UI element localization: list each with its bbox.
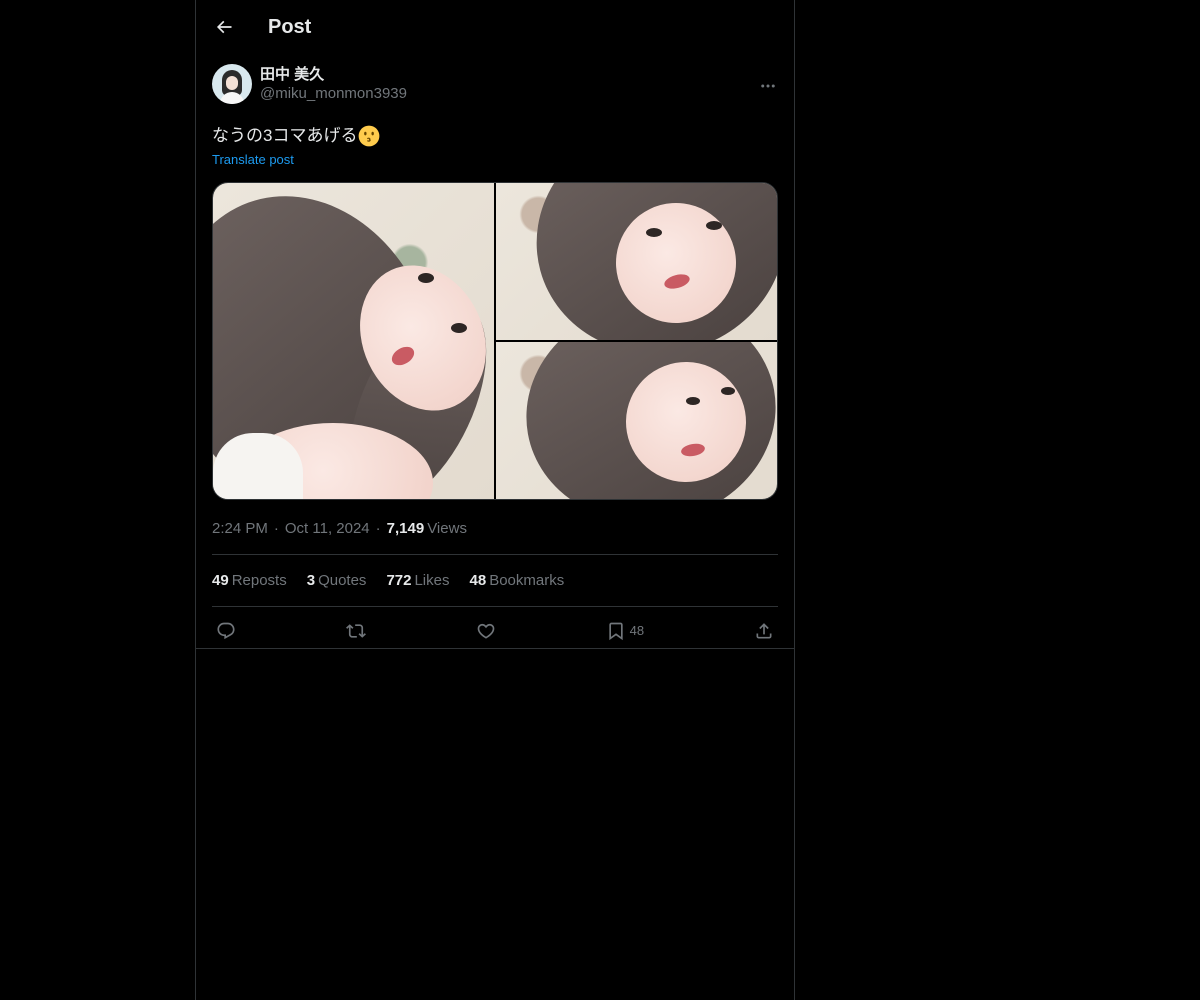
- post-timestamp-row: 2:24 PM · Oct 11, 2024 · 7,149 Views: [212, 519, 778, 539]
- repost-button[interactable]: [345, 621, 366, 641]
- more-options-button[interactable]: [758, 76, 778, 96]
- page-title: Post: [268, 15, 312, 38]
- repost-icon: [345, 623, 366, 638]
- post-text-content: なうの3コマあげる: [212, 126, 358, 145]
- author-display-name[interactable]: 田中 美久: [260, 65, 407, 84]
- media-grid: [212, 182, 778, 500]
- reposts-label: Reposts: [231, 572, 287, 589]
- photo-1[interactable]: [213, 183, 494, 499]
- reply-button[interactable]: [216, 621, 236, 641]
- arrow-left-icon: [216, 20, 232, 34]
- avatar[interactable]: [212, 64, 252, 104]
- bookmarks-count: 48: [469, 572, 487, 589]
- separator-dot: ·: [375, 520, 381, 537]
- back-button[interactable]: [212, 15, 236, 39]
- quotes-count: 3: [306, 572, 316, 589]
- heart-icon: [477, 623, 495, 639]
- photo-eye: [451, 323, 467, 333]
- photo-2[interactable]: [496, 183, 777, 340]
- avatar-face: [226, 76, 238, 90]
- reposts-stat[interactable]: 49 Reposts: [212, 572, 287, 589]
- author-row: 田中 美久 @miku_monmon3939: [212, 64, 778, 108]
- reposts-count: 49: [212, 572, 229, 589]
- like-button[interactable]: [476, 621, 496, 641]
- post-bottom-divider: [196, 648, 794, 649]
- photo-eye: [721, 387, 735, 395]
- reply-icon: [217, 622, 235, 639]
- post-detail: 田中 美久 @miku_monmon3939 なうの3コマあげる Transla…: [196, 64, 794, 654]
- bookmarks-stat[interactable]: 48 Bookmarks: [470, 572, 565, 589]
- bookmark-icon: [608, 622, 623, 640]
- quotes-label: Quotes: [318, 572, 367, 589]
- photo-eye: [418, 273, 434, 283]
- views-count: 7,149: [386, 520, 425, 537]
- post-header: Post: [196, 0, 794, 54]
- photo-top: [213, 433, 303, 499]
- likes-label: Likes: [414, 572, 450, 589]
- share-button[interactable]: [754, 621, 774, 641]
- engagement-stats: 49 Reposts 3 Quotes 772 Likes 48 Bookmarks: [212, 554, 778, 606]
- photo-3[interactable]: [496, 342, 777, 499]
- photo-eye: [686, 397, 700, 405]
- separator-dot: ·: [273, 520, 279, 537]
- post-date[interactable]: Oct 11, 2024: [285, 519, 370, 539]
- photo-eye: [646, 228, 662, 237]
- photo-eye: [706, 221, 722, 230]
- main-column: Post 田中 美久 @miku_monmon3939 なうの3コマあげる Tr…: [195, 0, 795, 1000]
- bookmarks-label: Bookmarks: [489, 572, 565, 589]
- author-info: 田中 美久 @miku_monmon3939: [260, 65, 407, 104]
- post-text: なうの3コマあげる: [212, 125, 778, 147]
- likes-count: 772: [386, 572, 412, 589]
- likes-stat[interactable]: 772 Likes: [386, 572, 449, 589]
- author-handle[interactable]: @miku_monmon3939: [260, 84, 407, 104]
- translate-post-link[interactable]: Translate post: [212, 152, 294, 168]
- share-icon: [756, 622, 772, 638]
- views-label: Views: [427, 520, 467, 537]
- more-horizontal-icon: [761, 84, 775, 88]
- bookmark-count: 48: [629, 623, 645, 638]
- bookmark-button[interactable]: 48: [606, 621, 644, 641]
- action-bar: 48: [212, 606, 778, 654]
- quotes-stat[interactable]: 3 Quotes: [307, 572, 367, 589]
- kissing-face-emoji: [359, 125, 380, 147]
- post-time[interactable]: 2:24 PM: [212, 519, 268, 539]
